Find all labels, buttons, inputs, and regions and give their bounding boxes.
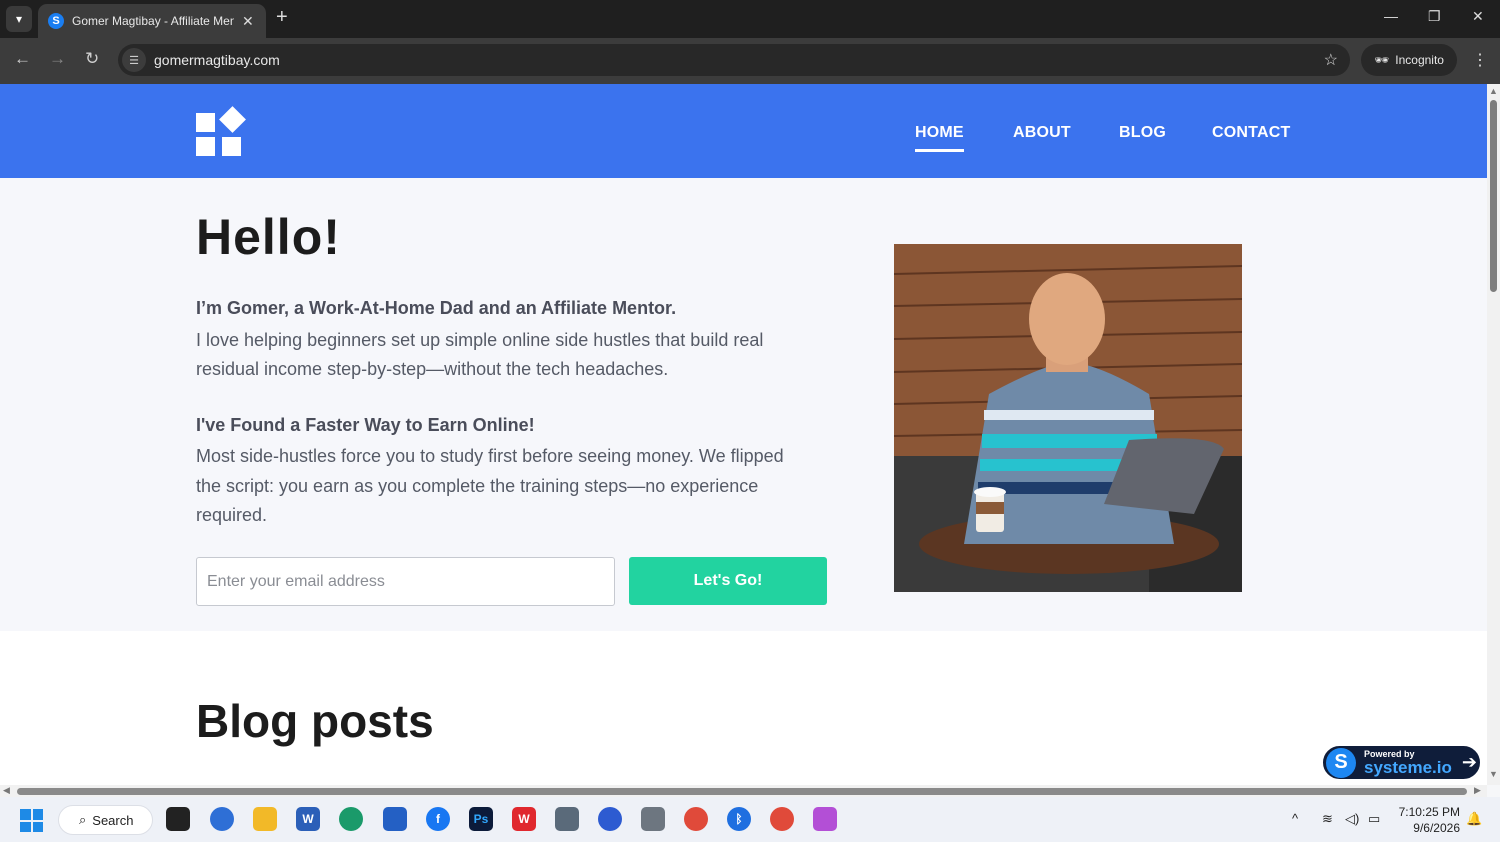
logo-square — [222, 137, 241, 156]
incognito-icon: 🕶 — [1374, 53, 1390, 67]
nav-home[interactable]: HOME — [915, 124, 964, 152]
profile-photo — [894, 244, 1242, 592]
task-view-icon[interactable] — [166, 807, 190, 831]
taskbar-search[interactable]: ⌕ Search — [58, 805, 153, 835]
reload-icon[interactable]: ↻ — [85, 49, 99, 69]
app-circle-icon[interactable] — [598, 807, 622, 831]
horizontal-scrollbar[interactable]: ◀ ▶ — [0, 785, 1487, 797]
edge-icon[interactable] — [339, 807, 363, 831]
powered-by-text: Powered by systeme.io — [1364, 749, 1452, 777]
blog-posts-heading: Blog posts — [196, 695, 434, 747]
close-window-icon[interactable]: ✕ — [1472, 8, 1484, 25]
windows-taskbar: ⌕ Search W f Ps W ᛒ ^ ≋ ◁) ▭ 7:10:25 PM … — [0, 797, 1500, 842]
intro-paragraph: I love helping beginners set up simple o… — [196, 330, 764, 379]
logo-square — [196, 137, 215, 156]
intro-headline: I’m Gomer, a Work-At-Home Dad and an Aff… — [196, 298, 677, 318]
site-header: HOME ABOUT BLOG CONTACT — [0, 84, 1487, 178]
clock-date: 9/6/2026 — [1413, 821, 1460, 835]
site-logo[interactable] — [196, 106, 246, 156]
chrome-incognito-icon[interactable] — [770, 807, 794, 831]
nav-home-label: HOME — [915, 124, 964, 141]
forward-icon[interactable]: → — [49, 49, 66, 69]
wifi-icon[interactable]: ≋ — [1322, 811, 1333, 827]
nav-contact[interactable]: CONTACT — [1212, 124, 1290, 142]
notification-bell-icon[interactable]: 🔔 — [1466, 811, 1482, 827]
scroll-left-icon[interactable]: ◀ — [3, 785, 10, 796]
browser-tab-bar: ▾ S Gomer Magtibay - Affiliate Mentor ✕ … — [0, 0, 1500, 38]
nav-about[interactable]: ABOUT — [1013, 124, 1071, 142]
tab-search-button[interactable]: ▾ — [6, 6, 32, 32]
powered-by-brand: systeme.io — [1364, 757, 1452, 777]
incognito-label: Incognito — [1395, 53, 1444, 67]
restore-icon[interactable]: ❐ — [1428, 8, 1441, 25]
screen-app-icon[interactable] — [555, 807, 579, 831]
logo-square — [196, 113, 215, 132]
active-nav-underline — [915, 149, 964, 152]
incognito-indicator[interactable]: 🕶 Incognito — [1361, 44, 1457, 76]
email-input[interactable] — [196, 557, 615, 606]
windows-start-icon[interactable] — [20, 809, 43, 832]
clock-time: 7:10:25 PM — [1398, 805, 1460, 819]
vertical-scroll-thumb[interactable] — [1490, 100, 1497, 292]
camera-icon[interactable] — [641, 807, 665, 831]
horizontal-scroll-thumb[interactable] — [17, 788, 1467, 795]
bookmark-star-icon[interactable]: ☆ — [1324, 50, 1338, 70]
profile-photo-illustration — [894, 244, 1242, 592]
battery-icon[interactable]: ▭ — [1368, 811, 1380, 827]
nav-blog[interactable]: BLOG — [1119, 124, 1166, 142]
app-triangle-icon[interactable] — [813, 807, 837, 831]
photoshop-icon[interactable]: Ps — [469, 807, 493, 831]
browser-menu-icon[interactable]: ⋮ — [1472, 50, 1488, 70]
hero-section: Hello! I’m Gomer, a Work-At-Home Dad and… — [0, 178, 1487, 631]
powered-by-systeme-badge[interactable]: S Powered by systeme.io ➔ — [1321, 744, 1482, 781]
facebook-icon[interactable]: f — [426, 807, 450, 831]
address-bar[interactable]: ☰ gomermagtibay.com ☆ — [118, 44, 1350, 76]
search-icon: ⌕ — [79, 812, 87, 827]
minimize-icon[interactable]: — — [1384, 8, 1398, 24]
faster-way-headline: I've Found a Faster Way to Earn Online! — [196, 415, 535, 435]
back-icon[interactable]: ← — [14, 49, 31, 69]
tray-chevron-icon[interactable]: ^ — [1292, 811, 1298, 826]
notepad-icon[interactable] — [383, 807, 407, 831]
bluetooth-icon[interactable]: ᛒ — [727, 807, 751, 831]
volume-icon[interactable]: ◁) — [1345, 811, 1359, 827]
arrow-right-icon: ➔ — [1461, 752, 1477, 772]
new-tab-button[interactable]: + — [276, 6, 288, 29]
scroll-right-icon[interactable]: ▶ — [1474, 785, 1481, 796]
systeme-logo-icon: S — [1326, 747, 1356, 778]
vertical-scrollbar[interactable]: ▲ ▼ — [1487, 84, 1500, 785]
browser-toolbar: ← → ↻ ☰ gomermagtibay.com ☆ 🕶 Incognito … — [0, 38, 1500, 84]
hero-heading: Hello! — [196, 209, 341, 265]
widgets-icon[interactable] — [210, 807, 234, 831]
word-icon[interactable]: W — [296, 807, 320, 831]
browser-tab[interactable]: S Gomer Magtibay - Affiliate Mentor ✕ — [38, 4, 266, 38]
page-viewport: HOME ABOUT BLOG CONTACT Hello! I’m Gomer… — [0, 84, 1487, 785]
logo-diamond — [219, 106, 246, 133]
lets-go-button[interactable]: Let's Go! — [629, 557, 827, 605]
taskbar-clock[interactable]: 7:10:25 PM 9/6/2026 — [1392, 804, 1460, 836]
tab-title: Gomer Magtibay - Affiliate Mentor — [72, 14, 234, 28]
taskbar-search-label: Search — [92, 812, 134, 828]
close-tab-icon[interactable]: ✕ — [242, 13, 254, 30]
chrome-icon[interactable] — [684, 807, 708, 831]
scroll-down-icon[interactable]: ▼ — [1489, 769, 1498, 779]
file-explorer-icon[interactable] — [253, 807, 277, 831]
systeme-favicon-icon: S — [48, 13, 64, 29]
wps-icon[interactable]: W — [512, 807, 536, 831]
faster-way-paragraph: Most side-hustles force you to study fir… — [196, 446, 784, 525]
url-text: gomermagtibay.com — [154, 52, 280, 68]
scroll-up-icon[interactable]: ▲ — [1489, 86, 1498, 96]
site-settings-icon[interactable]: ☰ — [122, 48, 146, 72]
